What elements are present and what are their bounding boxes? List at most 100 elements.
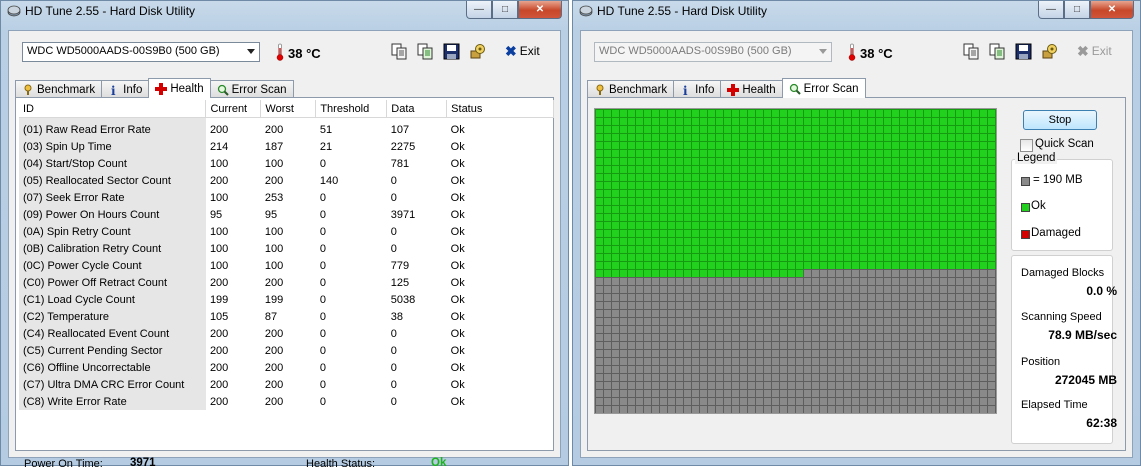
copy-all-icon[interactable] (417, 43, 434, 60)
close-button[interactable]: ✕ (1090, 1, 1134, 19)
close-x-icon: ✖ (505, 43, 517, 59)
cell-worst: 200 (264, 123, 284, 136)
legend-title: Legend (1015, 152, 1058, 164)
table-row[interactable]: (03) Spin Up Time 214 187 21 2275 Ok (19, 138, 554, 155)
options-icon[interactable] (1041, 43, 1058, 60)
cell-threshold: 0 (319, 310, 326, 323)
table-row[interactable]: (C4) Reallocated Event Count 200 200 0 0 Ok (19, 325, 554, 342)
table-row[interactable]: (C6) Offline Uncorrectable 200 200 0 0 Ok (19, 359, 554, 376)
stop-button[interactable]: Stop (1023, 110, 1097, 130)
cell-status: Ok (450, 123, 465, 136)
cell-id: (C2) Temperature (19, 308, 206, 325)
close-button[interactable]: ✕ (518, 1, 562, 19)
tab-error-scan[interactable]: Error Scan (209, 80, 294, 98)
health-icon (727, 83, 740, 96)
minimize-button[interactable]: — (466, 1, 492, 19)
cell-id: (04) Start/Stop Count (19, 155, 206, 172)
table-row[interactable]: (C2) Temperature 105 87 0 38 Ok (19, 308, 554, 325)
cell-status: Ok (450, 395, 465, 408)
table-row[interactable]: (C7) Ultra DMA CRC Error Count 200 200 0 0 Ok (19, 376, 554, 393)
scanning-speed-value: 78.9 MB/sec (1048, 328, 1117, 342)
tab-health[interactable]: Health (720, 80, 783, 98)
table-row[interactable]: (C1) Load Cycle Count 199 199 0 5038 Ok (19, 291, 554, 308)
table-row[interactable]: (C0) Power Off Retract Count 200 200 0 125 Ok (19, 274, 554, 291)
table-row[interactable]: (0C) Power Cycle Count 100 100 0 779 Ok (19, 257, 554, 274)
cell-threshold: 0 (319, 344, 326, 357)
quick-scan-checkbox[interactable] (1020, 139, 1033, 152)
tab-info[interactable]: i Info (101, 80, 150, 98)
column-header-threshold[interactable]: Threshold (315, 100, 388, 118)
tab-benchmark[interactable]: Benchmark (15, 80, 103, 98)
tab-info[interactable]: i Info (673, 80, 722, 98)
table-row[interactable]: (0B) Calibration Retry Count 100 100 0 0 Ok (19, 240, 554, 257)
cell-threshold: 0 (319, 378, 326, 391)
table-row[interactable]: (04) Start/Stop Count 100 100 0 781 Ok (19, 155, 554, 172)
tab-bar: Benchmark i Info Health Error Scan (15, 78, 294, 98)
scanned-ok-blocks (595, 109, 996, 277)
maximize-button[interactable]: □ (492, 1, 518, 19)
tab-benchmark[interactable]: Benchmark (587, 80, 675, 98)
tab-label: Info (123, 83, 143, 96)
title-bar[interactable]: HD Tune 2.55 - Hard Disk Utility — □ ✕ (1, 1, 568, 23)
table-row[interactable]: (07) Seek Error Rate 100 253 0 0 Ok (19, 189, 554, 206)
minimize-button[interactable]: — (1038, 1, 1064, 19)
column-header-current[interactable]: Current (205, 100, 262, 118)
cell-id: (01) Raw Read Error Rate (19, 121, 206, 138)
window-title: HD Tune 2.55 - Hard Disk Utility (597, 4, 768, 18)
cell-data: 0 (390, 395, 397, 408)
cell-data: 0 (390, 225, 397, 238)
column-header-worst[interactable]: Worst (260, 100, 317, 118)
column-header-status[interactable]: Status (446, 100, 554, 118)
cell-threshold: 0 (319, 276, 326, 289)
maximize-button[interactable]: □ (1064, 1, 1090, 19)
title-bar[interactable]: HD Tune 2.55 - Hard Disk Utility — □ ✕ (573, 1, 1140, 23)
cell-data: 0 (390, 344, 397, 357)
column-header-id[interactable]: ID (19, 100, 207, 118)
cell-worst: 200 (264, 276, 284, 289)
column-header-data[interactable]: Data (386, 100, 448, 118)
cell-id: (0B) Calibration Retry Count (19, 240, 206, 257)
cell-id: (09) Power On Hours Count (19, 206, 206, 223)
copy-all-icon[interactable] (989, 43, 1006, 60)
cell-status: Ok (450, 327, 465, 340)
cell-status: Ok (450, 293, 465, 306)
cell-data: 5038 (390, 293, 416, 306)
exit-button[interactable]: ✖ Exit (1077, 44, 1112, 58)
client-area: WDC WD5000AADS-00S9B0 (500 GB) 38 °C ✖ E… (8, 30, 561, 470)
exit-button[interactable]: ✖ Exit (505, 44, 540, 58)
table-row[interactable]: (C8) Write Error Rate 200 200 0 0 Ok (19, 393, 554, 410)
damaged-block-swatch (1021, 230, 1030, 239)
table-row[interactable]: (05) Reallocated Sector Count 200 200 140 0 O… (19, 172, 554, 189)
drive-select[interactable]: WDC WD5000AADS-00S9B0 (500 GB) (594, 42, 832, 62)
temperature-readout: 38 °C (288, 46, 321, 61)
table-row[interactable]: (C5) Current Pending Sector 200 200 0 0 Ok (19, 342, 554, 359)
table-row[interactable]: (09) Power On Hours Count 95 95 0 3971 Ok (19, 206, 554, 223)
drive-select[interactable]: WDC WD5000AADS-00S9B0 (500 GB) (22, 42, 260, 62)
info-icon: i (683, 84, 688, 96)
power-on-value: 3971 (130, 457, 156, 469)
cell-status: Ok (450, 174, 465, 187)
copy-icon[interactable] (391, 43, 408, 60)
cell-threshold: 0 (319, 208, 326, 221)
cell-data: 3971 (390, 208, 416, 221)
cell-id: (07) Seek Error Rate (19, 189, 206, 206)
tab-error-scan[interactable]: Error Scan (781, 78, 866, 98)
table-row[interactable]: (01) Raw Read Error Rate 200 200 51 107 Ok (19, 121, 554, 138)
quick-scan-label[interactable]: Quick Scan (1035, 138, 1094, 150)
cell-current: 100 (209, 259, 229, 272)
cell-status: Ok (450, 378, 465, 391)
tab-health[interactable]: Health (148, 78, 211, 98)
cell-status: Ok (450, 259, 465, 272)
save-icon[interactable] (443, 43, 460, 60)
scan-block-map (594, 108, 997, 414)
copy-icon[interactable] (963, 43, 980, 60)
cell-threshold: 51 (319, 123, 333, 136)
table-row[interactable]: (0A) Spin Retry Count 100 100 0 0 Ok (19, 223, 554, 240)
cell-current: 100 (209, 157, 229, 170)
cell-status: Ok (450, 310, 465, 323)
window-title: HD Tune 2.55 - Hard Disk Utility (25, 4, 196, 18)
stop-label: Stop (1048, 114, 1072, 126)
options-icon[interactable] (469, 43, 486, 60)
save-icon[interactable] (1015, 43, 1032, 60)
cell-data: 781 (390, 157, 410, 170)
